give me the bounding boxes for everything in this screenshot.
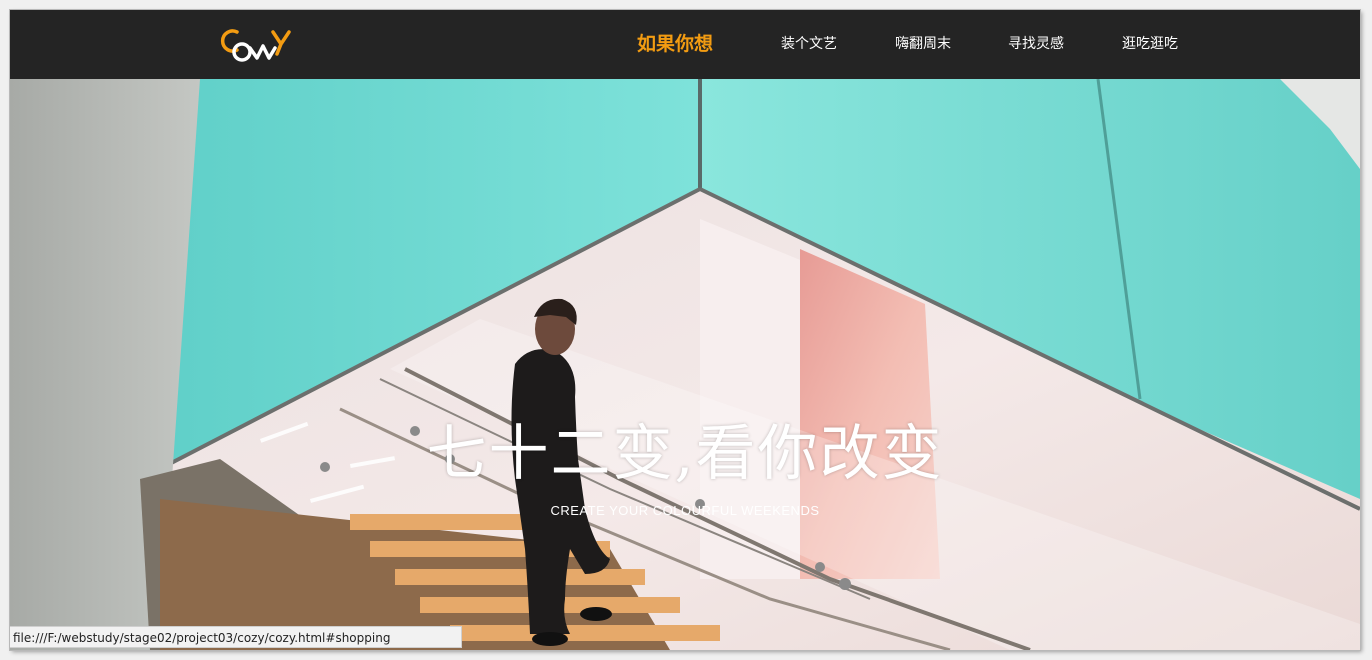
nav-item-guangchi-guangchi[interactable]: 逛吃逛吃 xyxy=(1122,10,1178,79)
hero-title: 七十二变,看你改变 xyxy=(426,419,944,489)
hero-subtitle: CREATE YOUR COLOURFUL WEEKENDS xyxy=(550,503,820,518)
hero-background-image xyxy=(10,79,1360,650)
hero-banner: 七十二变,看你改变 CREATE YOUR COLOURFUL WEEKENDS xyxy=(10,79,1360,650)
status-bar-url: file:///F:/webstudy/stage02/project03/co… xyxy=(10,626,462,648)
nav-item-haifan-zhoumo[interactable]: 嗨翻周末 xyxy=(895,10,951,79)
nav-item-ruguoni-xiang[interactable]: 如果你想 xyxy=(637,10,713,79)
browser-viewport: 如果你想 装个文艺 嗨翻周末 寻找灵感 逛吃逛吃 七十二变,看你改变 CREAT… xyxy=(10,10,1360,650)
nav-item-zhuangge-wenyi[interactable]: 装个文艺 xyxy=(781,10,837,79)
nav-item-xunzhao-linggan[interactable]: 寻找灵感 xyxy=(1008,10,1064,79)
cozy-logo[interactable] xyxy=(215,20,295,66)
site-header: 如果你想 装个文艺 嗨翻周末 寻找灵感 逛吃逛吃 xyxy=(10,10,1360,79)
